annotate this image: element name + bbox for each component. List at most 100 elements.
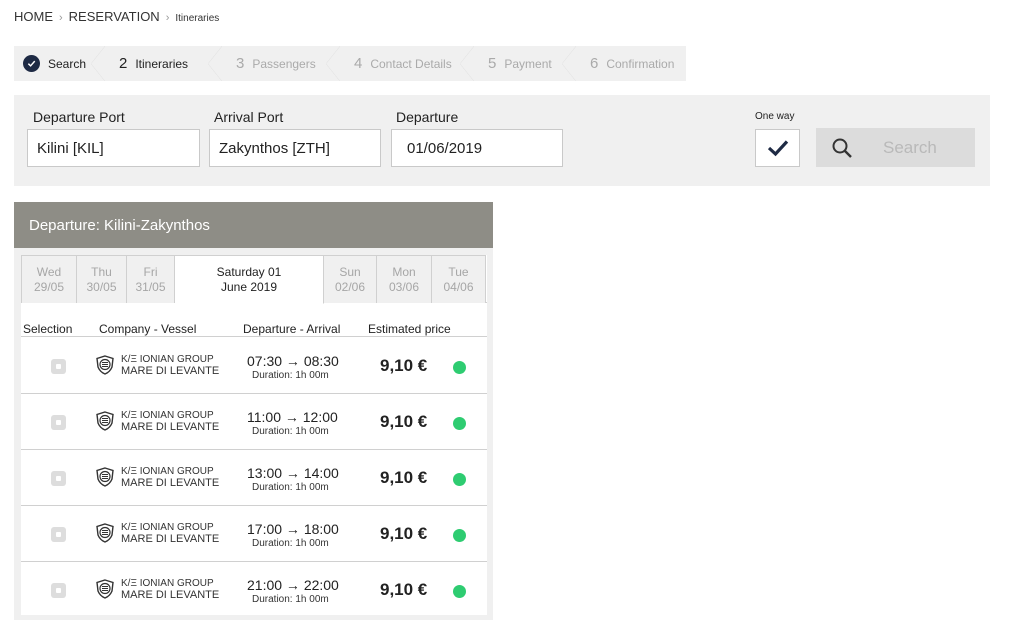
estimated-price: 9,10 €	[380, 524, 428, 543]
itinerary-row[interactable]: K/Ξ IONIAN GROUP MARE DI LEVANTE 13:00 →…	[21, 451, 487, 506]
vessel-name: MARE DI LEVANTE	[121, 589, 220, 601]
ionian-group-logo-icon	[96, 355, 114, 375]
green-dot-icon	[453, 473, 466, 486]
step-label: Confirmation	[606, 56, 675, 71]
date-tab-date: 31/05	[135, 279, 166, 294]
one-way-label: One way	[755, 111, 795, 122]
arrival-port-field[interactable]: Zakynthos [ZTH]	[209, 129, 381, 167]
vessel-name: MARE DI LEVANTE	[121, 421, 220, 433]
step-search[interactable]: Search	[14, 46, 105, 81]
estimated-price: 9,10 €	[380, 580, 428, 599]
trip-duration: Duration: 1h 00m	[252, 594, 329, 605]
vessel-name: MARE DI LEVANTE	[121, 477, 220, 489]
column-company: Company - Vessel	[99, 322, 197, 336]
estimated-price: 9,10 €	[380, 468, 428, 487]
select-radio[interactable]	[51, 359, 66, 374]
arrival-port-label: Arrival Port	[214, 109, 284, 125]
ionian-group-logo-icon	[96, 523, 114, 543]
search-button[interactable]: Search	[816, 128, 975, 167]
step-passengers: 3 Passengers	[222, 46, 340, 81]
step-payment: 5 Payment	[474, 46, 576, 81]
date-tab[interactable]: Thu 30/05	[77, 255, 127, 303]
breadcrumb-home[interactable]: HOME	[14, 9, 53, 24]
date-tab-day: Saturday 01	[216, 264, 282, 279]
chevron-right-icon: ›	[59, 12, 63, 24]
one-way-checkbox[interactable]	[755, 129, 800, 167]
select-radio[interactable]	[51, 527, 66, 542]
breadcrumb-current: Itineraries	[175, 13, 220, 24]
date-tab-day: Sun	[339, 264, 361, 279]
departure-date-field[interactable]: 01/06/2019	[391, 129, 563, 167]
departure-card-title: Departure: Kilini-Zakynthos	[14, 202, 493, 248]
itinerary-table-header: Selection Company - Vessel Departure - A…	[21, 322, 487, 337]
company-name: K/Ξ IONIAN GROUP	[121, 354, 214, 365]
step-label: Itineraries	[135, 56, 189, 71]
trip-duration: Duration: 1h 00m	[252, 538, 329, 549]
date-tab-selected[interactable]: Saturday 01 June 2019	[175, 255, 324, 304]
date-tab[interactable]: Sun 02/06	[324, 255, 377, 303]
select-radio[interactable]	[51, 583, 66, 598]
company-name: K/Ξ IONIAN GROUP	[121, 578, 214, 589]
departure-arrival-time: 13:00 → 14:00	[247, 465, 339, 481]
date-tab-day: Wed	[36, 264, 62, 279]
step-label: Passengers	[252, 56, 316, 71]
departure-card-content: Wed 29/05 Thu 30/05 Fri 31/05 Saturday 0…	[21, 255, 487, 615]
date-tab[interactable]: Tue 04/06	[432, 255, 486, 303]
breadcrumb-reservation[interactable]: RESERVATION	[69, 9, 160, 24]
departure-port-field[interactable]: Kilini [KIL]	[27, 129, 200, 167]
trip-duration: Duration: 1h 00m	[252, 482, 329, 493]
date-tabs: Wed 29/05 Thu 30/05 Fri 31/05 Saturday 0…	[21, 255, 487, 304]
itinerary-row[interactable]: K/Ξ IONIAN GROUP MARE DI LEVANTE 17:00 →…	[21, 507, 487, 562]
date-tab-date: 29/05	[33, 279, 65, 294]
estimated-price: 9,10 €	[380, 356, 428, 375]
vessel-name: MARE DI LEVANTE	[121, 533, 220, 545]
column-departure-arrival: Departure - Arrival	[243, 322, 341, 336]
select-radio[interactable]	[51, 471, 66, 486]
company-name: K/Ξ IONIAN GROUP	[121, 466, 214, 477]
trip-duration: Duration: 1h 00m	[252, 426, 329, 437]
search-button-label: Search	[883, 137, 937, 157]
progress-steps: Search 2 Itineraries 3 Passengers 4 Cont…	[14, 46, 686, 81]
column-price: Estimated price	[368, 322, 451, 336]
step-number: 4	[354, 55, 363, 72]
itinerary-row[interactable]: K/Ξ IONIAN GROUP MARE DI LEVANTE 11:00 →…	[21, 395, 487, 450]
date-tab-date: June 2019	[220, 279, 278, 294]
ionian-group-logo-icon	[96, 411, 114, 431]
step-label: Search	[48, 56, 87, 71]
date-tab-day: Mon	[392, 264, 416, 279]
step-label: Payment	[504, 56, 552, 71]
departure-arrival-time: 21:00 → 22:00	[247, 577, 339, 593]
departure-arrival-time: 17:00 → 18:00	[247, 521, 339, 537]
step-contact-details: 4 Contact Details	[340, 46, 474, 81]
date-tab-day: Tue	[448, 264, 469, 279]
itinerary-row[interactable]: K/Ξ IONIAN GROUP MARE DI LEVANTE 21:00 →…	[21, 563, 487, 618]
trip-duration: Duration: 1h 00m	[252, 370, 329, 381]
chevron-right-icon: ›	[165, 12, 170, 24]
search-panel: Departure Port Kilini [KIL] Arrival Port…	[14, 95, 990, 186]
departure-card: Departure: Kilini-Zakynthos Wed 29/05 Th…	[14, 202, 493, 620]
ionian-group-logo-icon	[96, 579, 114, 599]
date-tab[interactable]: Wed 29/05	[21, 255, 77, 303]
date-tab-date: 04/06	[443, 279, 474, 294]
departure-arrival-time: 07:30 → 08:30	[247, 353, 339, 369]
estimated-price: 9,10 €	[380, 412, 428, 431]
date-tab-date: 03/06	[388, 279, 420, 294]
step-confirmation: 6 Confirmation	[576, 46, 686, 81]
company-name: K/Ξ IONIAN GROUP	[121, 522, 214, 533]
step-itineraries[interactable]: 2 Itineraries	[105, 46, 222, 81]
date-tab-day: Thu	[91, 264, 112, 279]
date-tab-date: 02/06	[334, 279, 366, 294]
green-dot-icon	[453, 529, 466, 542]
date-tab[interactable]: Fri 31/05	[127, 255, 175, 303]
company-name: K/Ξ IONIAN GROUP	[121, 410, 214, 421]
step-number: 3	[236, 55, 245, 72]
step-number: 2	[119, 55, 128, 72]
breadcrumb: HOME › RESERVATION › Itineraries	[14, 9, 219, 24]
check-icon	[767, 140, 788, 157]
date-tab[interactable]: Mon 03/06	[377, 255, 432, 303]
select-radio[interactable]	[51, 415, 66, 430]
column-selection: Selection	[23, 322, 73, 336]
ionian-group-logo-icon	[96, 467, 114, 487]
date-tab-date: 30/05	[86, 279, 117, 294]
itinerary-row[interactable]: K/Ξ IONIAN GROUP MARE DI LEVANTE 07:30 →…	[21, 339, 487, 394]
